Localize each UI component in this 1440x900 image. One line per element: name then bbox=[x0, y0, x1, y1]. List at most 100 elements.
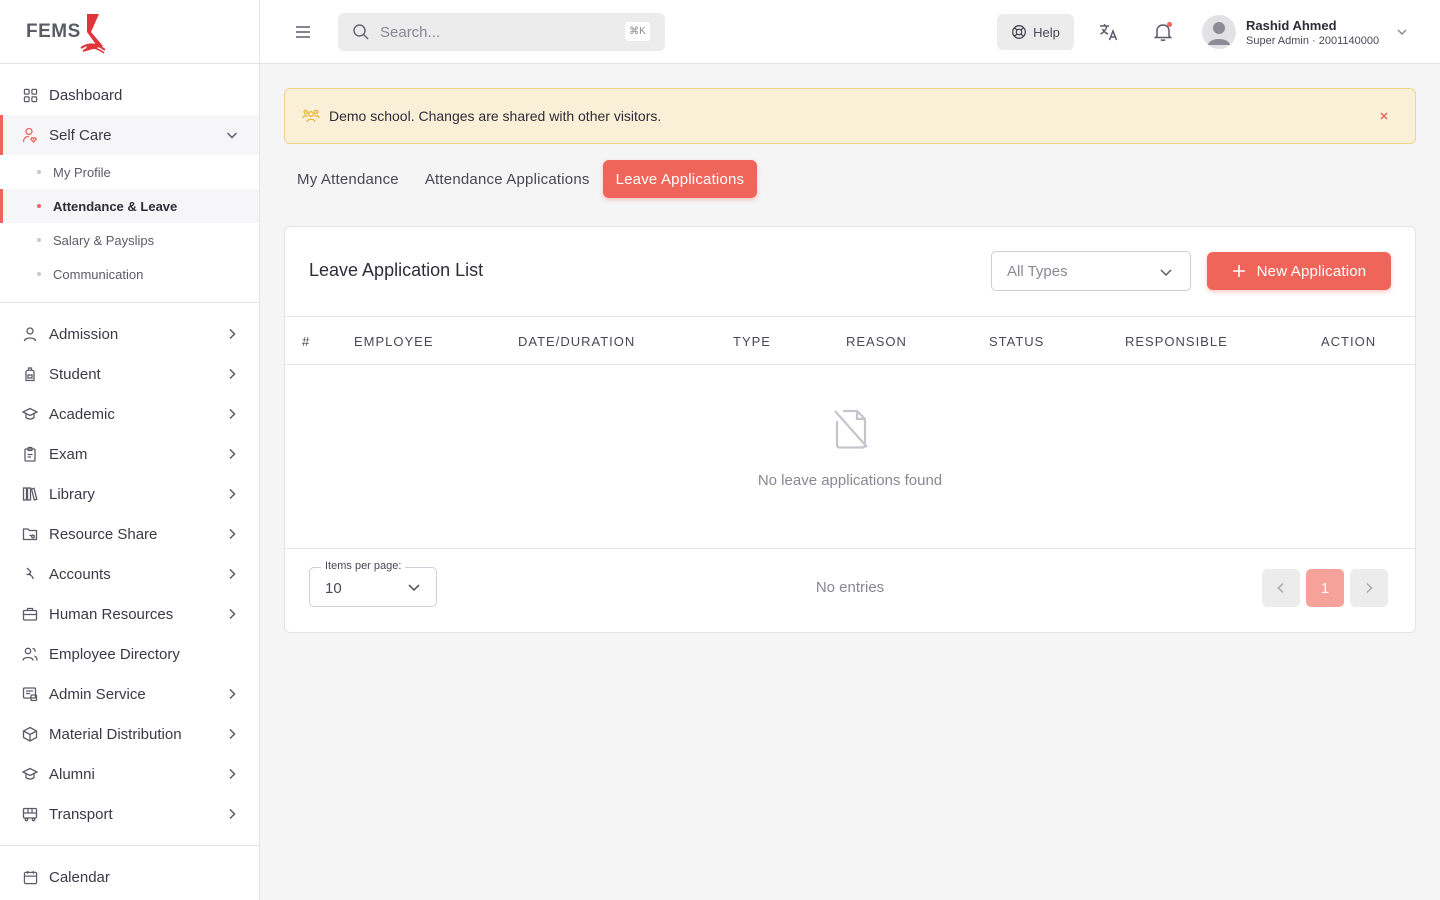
sidebar-item-label: Calendar bbox=[49, 868, 110, 886]
calendar-icon bbox=[22, 869, 38, 885]
sidebar-subitem-label: Attendance & Leave bbox=[53, 198, 178, 214]
type-filter-value: All Types bbox=[1007, 262, 1068, 280]
chevron-right-icon bbox=[229, 408, 236, 420]
card-header: Leave Application List All Types New App… bbox=[285, 227, 1415, 317]
sidebar-item-admission[interactable]: Admission bbox=[0, 314, 259, 354]
card-title: Leave Application List bbox=[309, 260, 484, 280]
bullet-dot bbox=[37, 238, 41, 242]
user-avatar-icon bbox=[1208, 22, 1230, 45]
sidebar-item-label: Employee Directory bbox=[49, 645, 180, 663]
sidebar-item-alumni[interactable]: Alumni bbox=[0, 754, 259, 794]
sidebar-item-exam[interactable]: Exam bbox=[0, 434, 259, 474]
sidebar-subitem-salary-payslips[interactable]: Salary & Payslips bbox=[0, 223, 259, 257]
person-icon bbox=[22, 326, 38, 342]
items-per-page-label: Items per page: bbox=[321, 560, 406, 572]
column-header-employee: EMPLOYEE bbox=[354, 334, 434, 349]
column-header-status: STATUS bbox=[989, 334, 1045, 349]
sidebar-item-material-distribution[interactable]: Material Distribution bbox=[0, 714, 259, 754]
sidebar-item-accounts[interactable]: Accounts bbox=[0, 554, 259, 594]
new-application-label: New Application bbox=[1256, 262, 1367, 280]
chevron-right-icon bbox=[1366, 582, 1373, 594]
sidebar-item-resource-share[interactable]: Resource Share bbox=[0, 514, 259, 554]
books-icon bbox=[22, 486, 38, 502]
search-box[interactable]: ⌘K bbox=[338, 13, 665, 51]
column-header-action: ACTION bbox=[1321, 334, 1377, 349]
bus-icon bbox=[22, 806, 38, 822]
chevron-left-icon bbox=[1277, 582, 1284, 594]
close-icon[interactable] bbox=[1377, 109, 1391, 123]
sidebar-subitem-label: Salary & Payslips bbox=[53, 232, 155, 248]
sidebar-item-label: Dashboard bbox=[49, 86, 123, 104]
sidebar-item-transport[interactable]: Transport bbox=[0, 794, 259, 834]
sidebar: FEMS Dashboard Self Care My Profile Atte… bbox=[0, 0, 260, 900]
pagination-next-button[interactable] bbox=[1350, 569, 1388, 607]
sidebar-item-admin-service[interactable]: Admin Service bbox=[0, 674, 259, 714]
chevron-right-icon bbox=[229, 368, 236, 380]
bullet-dot bbox=[37, 272, 41, 276]
sidebar-subitem-my-profile[interactable]: My Profile bbox=[0, 155, 259, 189]
help-button[interactable]: Help bbox=[997, 14, 1074, 50]
chevron-right-icon bbox=[229, 608, 236, 620]
sidebar-subitem-communication[interactable]: Communication bbox=[0, 257, 259, 291]
chevron-right-icon bbox=[229, 328, 236, 340]
column-header-responsible: RESPONSIBLE bbox=[1125, 334, 1228, 349]
sidebar-item-academic[interactable]: Academic bbox=[0, 394, 259, 434]
chevron-right-icon bbox=[229, 488, 236, 500]
hamburger-menu-icon[interactable] bbox=[293, 22, 313, 42]
clipboard-icon bbox=[22, 446, 38, 462]
briefcase-icon bbox=[22, 606, 38, 622]
sidebar-item-calendar[interactable]: Calendar bbox=[0, 857, 259, 897]
tab-my-attendance[interactable]: My Attendance bbox=[284, 160, 412, 198]
empty-state-text: No leave applications found bbox=[757, 472, 943, 489]
pagination-prev-button[interactable] bbox=[1262, 569, 1300, 607]
table-header: # EMPLOYEE DATE/DURATION TYPE REASON STA… bbox=[285, 317, 1415, 365]
pagination-page-1[interactable]: 1 bbox=[1306, 569, 1344, 607]
new-application-button[interactable]: New Application bbox=[1207, 252, 1391, 290]
tab-leave-applications[interactable]: Leave Applications bbox=[602, 160, 758, 198]
column-header-index: # bbox=[302, 334, 311, 349]
column-header-type: TYPE bbox=[733, 334, 771, 349]
nav-group-bottom: Calendar bbox=[0, 846, 259, 900]
box-icon bbox=[22, 726, 38, 742]
search-icon bbox=[353, 24, 369, 40]
avatar bbox=[1202, 15, 1236, 49]
sidebar-item-dashboard[interactable]: Dashboard bbox=[0, 75, 259, 115]
bullet-dot bbox=[37, 170, 41, 174]
sidebar-item-self-care[interactable]: Self Care bbox=[0, 115, 259, 155]
sidebar-subitem-label: My Profile bbox=[53, 164, 111, 180]
sidebar-item-human-resources[interactable]: Human Resources bbox=[0, 594, 259, 634]
leave-application-card: Leave Application List All Types New App… bbox=[284, 226, 1416, 633]
search-input[interactable] bbox=[380, 23, 620, 41]
logo[interactable]: FEMS bbox=[0, 0, 259, 64]
nav-group-modules: Admission Student Academic Exam Library Resou… bbox=[0, 303, 259, 846]
demo-alert-banner: Demo school. Changes are shared with oth… bbox=[284, 88, 1416, 144]
user-heart-icon bbox=[22, 127, 38, 143]
help-label: Help bbox=[1033, 24, 1060, 40]
logo-book-icon bbox=[80, 13, 106, 54]
sidebar-item-library[interactable]: Library bbox=[0, 474, 259, 514]
sidebar-item-student[interactable]: Student bbox=[0, 354, 259, 394]
sidebar-subitem-label: Communication bbox=[53, 266, 144, 282]
chevron-right-icon bbox=[229, 448, 236, 460]
sidebar-subitem-attendance-leave[interactable]: Attendance & Leave bbox=[0, 189, 259, 223]
chevron-right-icon bbox=[229, 728, 236, 740]
type-filter-select[interactable]: All Types bbox=[991, 251, 1191, 291]
users-icon bbox=[22, 646, 38, 662]
sidebar-item-employee-directory[interactable]: Employee Directory bbox=[0, 634, 259, 674]
tab-attendance-applications[interactable]: Attendance Applications bbox=[412, 160, 603, 198]
bullet-dot bbox=[37, 204, 41, 208]
notification-dot bbox=[1167, 22, 1172, 27]
users-group-icon bbox=[302, 109, 320, 123]
alert-text: Demo school. Changes are shared with oth… bbox=[329, 108, 662, 124]
folder-share-icon bbox=[22, 526, 38, 542]
attendance-tabs: My Attendance Attendance Applications Le… bbox=[284, 160, 758, 198]
search-shortcut-badge: ⌘K bbox=[625, 22, 650, 41]
translate-icon[interactable] bbox=[1098, 21, 1120, 43]
topbar: ⌘K Help Rashid Ahmed Super Admin · 20011… bbox=[260, 0, 1440, 64]
items-per-page-select[interactable]: Items per page: 10 bbox=[309, 560, 437, 607]
plus-icon bbox=[1232, 265, 1245, 277]
chevron-down-icon bbox=[1397, 29, 1407, 35]
user-menu[interactable]: Rashid Ahmed Super Admin · 2001140000 bbox=[1202, 14, 1409, 50]
table-footer: Items per page: 10 No entries 1 bbox=[285, 549, 1415, 633]
items-per-page-value: 10 bbox=[325, 580, 342, 597]
